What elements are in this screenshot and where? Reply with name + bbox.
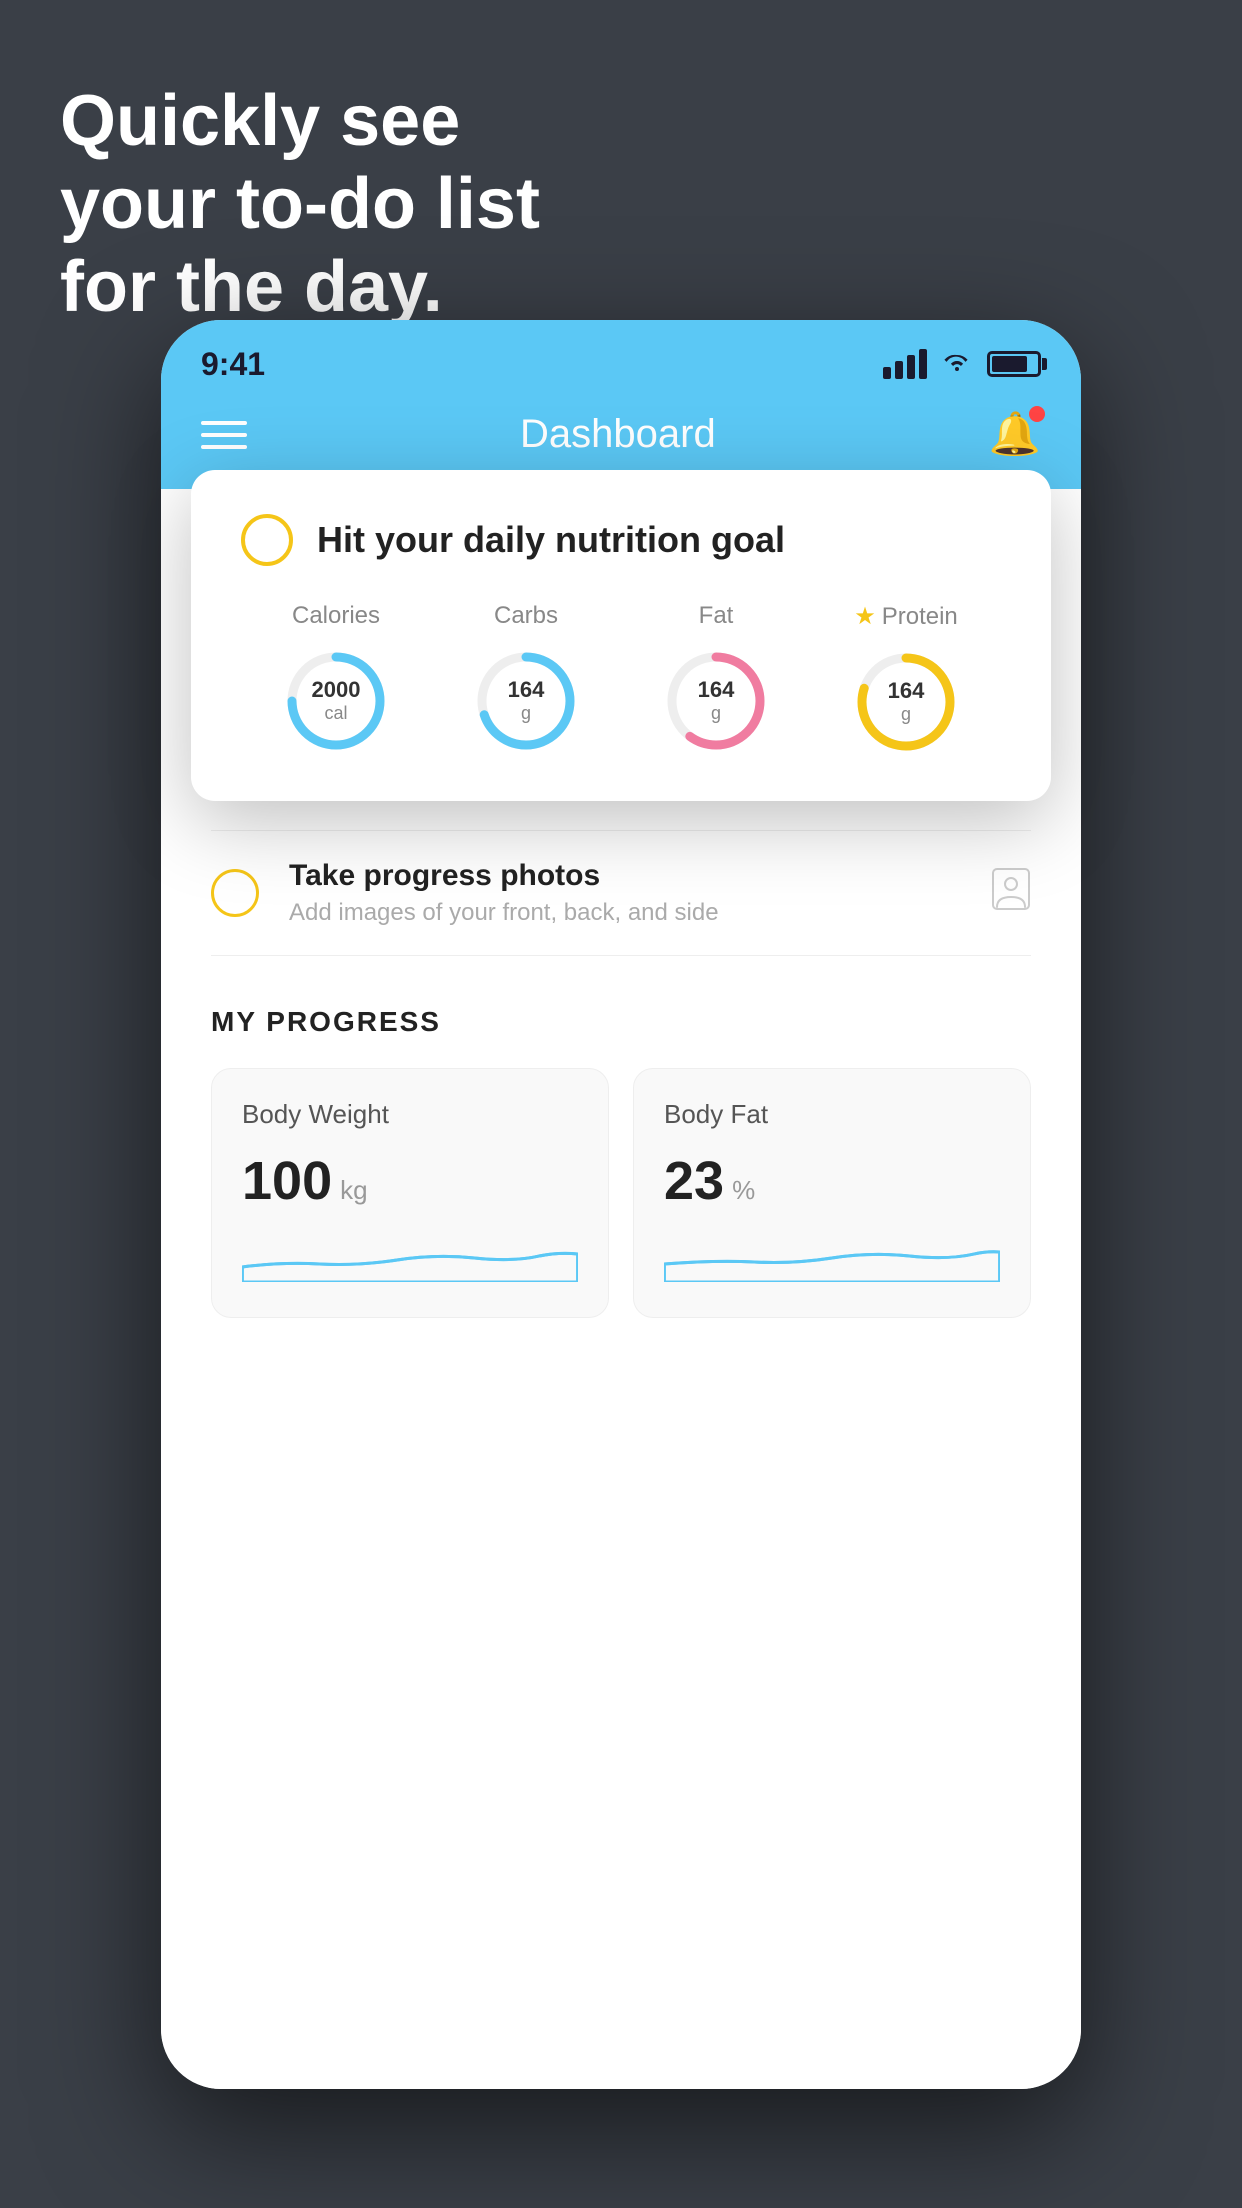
battery-icon [987,351,1041,377]
nutrition-carbs: Carbs 164 g [471,602,581,756]
wifi-icon [941,348,973,380]
notification-dot [1029,406,1045,422]
body-weight-value-row: 100 kg [242,1150,578,1212]
body-weight-chart [242,1232,578,1282]
calories-unit: cal [312,703,361,725]
body-weight-title: Body Weight [242,1099,578,1130]
nutrition-card: Hit your daily nutrition goal Calories 2… [191,470,1051,801]
todo-item-photos[interactable]: Take progress photos Add images of your … [211,831,1031,956]
notification-bell[interactable]: 🔔 [989,410,1041,459]
fat-label: Fat [699,602,734,630]
progress-section: MY PROGRESS Body Weight 100 kg Body Fat [161,956,1081,1358]
fat-unit: g [698,703,735,725]
nutrition-fat: Fat 164 g [661,602,771,756]
todo-title-photos: Take progress photos [289,859,961,893]
body-fat-value-row: 23 % [664,1150,1000,1212]
protein-value: 164 [888,678,925,704]
calories-value: 2000 [312,677,361,703]
header-title: Dashboard [520,412,716,457]
nutrition-calories: Calories 2000 cal [281,602,391,756]
todo-subtitle-photos: Add images of your front, back, and side [289,899,961,927]
nutrition-circles: Calories 2000 cal Carbs [241,602,1001,757]
nutrition-card-title: Hit your daily nutrition goal [317,519,785,561]
todo-circle-photos [211,869,259,917]
nutrition-circle-check [241,514,293,566]
body-fat-title: Body Fat [664,1099,1000,1130]
body-weight-card[interactable]: Body Weight 100 kg [211,1068,609,1318]
calories-label: Calories [292,602,380,630]
status-icons [883,348,1041,380]
body-fat-chart [664,1232,1000,1282]
body-fat-unit: % [732,1175,755,1206]
calories-donut: 2000 cal [281,646,391,756]
progress-cards: Body Weight 100 kg Body Fat 23 % [211,1068,1031,1318]
carbs-donut: 164 g [471,646,581,756]
nutrition-card-header: Hit your daily nutrition goal [241,514,1001,566]
carbs-label: Carbs [494,602,558,630]
portrait-icon [991,867,1031,920]
carbs-value: 164 [508,677,545,703]
background-headline: Quickly see your to-do list for the day. [60,80,540,328]
status-time: 9:41 [201,346,265,383]
body-weight-value: 100 [242,1150,332,1212]
status-bar: 9:41 [161,320,1081,390]
protein-star-icon: ★ [854,602,876,631]
body-fat-card[interactable]: Body Fat 23 % [633,1068,1031,1318]
todo-text-photos: Take progress photos Add images of your … [289,859,961,927]
nutrition-protein: ★ Protein 164 g [851,602,961,757]
fat-donut: 164 g [661,646,771,756]
signal-icon [883,349,927,379]
body-fat-value: 23 [664,1150,724,1212]
fat-value: 164 [698,677,735,703]
carbs-unit: g [508,703,545,725]
protein-label: ★ Protein [854,602,958,631]
protein-donut: 164 g [851,647,961,757]
protein-unit: g [888,704,925,726]
progress-heading: MY PROGRESS [211,1006,1031,1038]
body-weight-unit: kg [340,1175,367,1206]
hamburger-menu[interactable] [201,421,247,449]
